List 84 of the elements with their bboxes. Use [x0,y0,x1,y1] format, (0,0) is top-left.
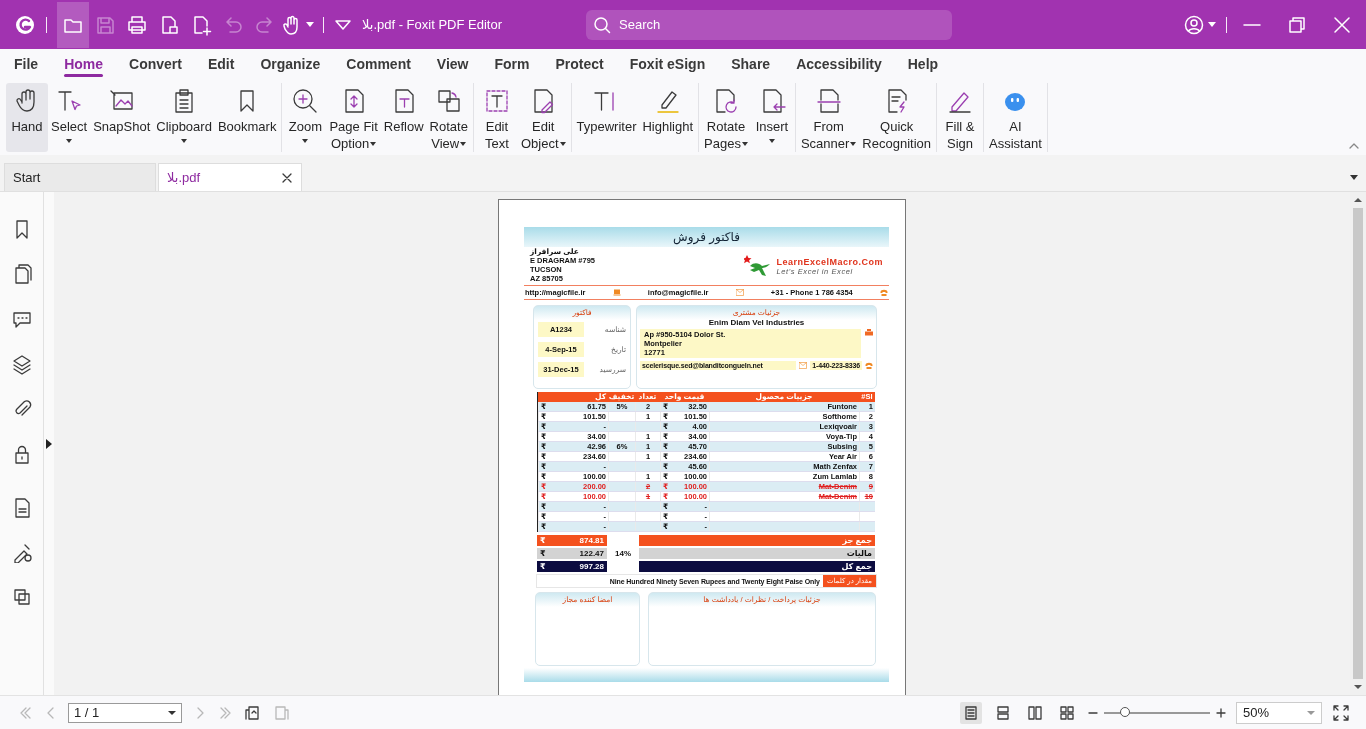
user-icon[interactable] [1184,14,1204,35]
bookmark-tool-button[interactable]: Bookmark [214,83,280,152]
total-label: مالیات [639,548,875,559]
document-tab[interactable]: Start [4,163,156,191]
menu-tab[interactable]: Edit [194,53,248,75]
currency-symbol: ₹ [540,536,546,545]
amount: 122.47 [579,549,604,558]
clipboard-tool-button[interactable]: Clipboard [153,83,215,152]
dropdown-icon[interactable] [168,709,176,716]
caret-icon[interactable] [302,139,309,143]
highlighter-tool-button[interactable]: Highlight [639,83,697,152]
tab-label: بلا.pdf [167,170,201,185]
rotate-pages-icon[interactable] [244,703,262,722]
currency-symbol: ₹ [540,549,546,558]
caret-icon[interactable] [768,139,775,143]
typewriter-tool-button[interactable]: Typewriter [573,83,640,152]
account-button[interactable] [1184,14,1216,35]
hand-tool-button[interactable]: Hand [6,83,48,152]
invoice-title: فاکتور فروش [673,230,740,244]
text-cursor-tool-button[interactable]: Select [48,83,91,152]
menu-tab[interactable]: Protect [542,53,617,75]
document-tool-button[interactable]: Reflow [380,83,427,152]
envelope-icon [735,289,744,296]
folder-button[interactable] [57,1,89,48]
menu-tab[interactable]: Form [481,53,543,75]
search-icon [593,15,611,34]
currency-symbol: ₹ [540,562,546,571]
monitor-icon [612,289,621,296]
zoom-field[interactable]: 50% [1236,701,1322,724]
pen-tool-button[interactable]: Fill & Sign [939,83,981,152]
fax-icon [865,329,873,336]
tax-rate: 14% [614,549,632,558]
company-name: Enim Diam Vel Industries [707,318,806,327]
two-pages-tool-button[interactable]: Rotate View [426,83,471,152]
window-title: بلا.pdf - Foxit PDF Editor [362,17,502,32]
menu-tab[interactable]: View [423,53,482,75]
close-icon[interactable] [1332,14,1352,35]
caret-icon[interactable] [370,142,377,146]
scrollbar-thumb[interactable] [1353,208,1363,679]
restore-icon[interactable] [1287,14,1307,35]
zoom-in-tool-button[interactable]: Zoom [284,83,327,152]
scanner-tool-button[interactable]: From Scanner [797,83,860,152]
logo-name: LearnExcelMacro.Com [776,256,883,267]
fullscreen-icon[interactable] [1332,703,1350,722]
zoom-in-icon[interactable] [1216,707,1226,718]
fit-page-tool-button[interactable]: Page Fit Option [326,83,381,152]
page-number-field[interactable]: 1 / 1 [68,702,182,723]
menu-tab[interactable]: Help [894,53,952,75]
telephone-icon [865,362,873,369]
rotate-page-tool-button[interactable]: Rotate Pages [701,83,751,152]
edit-text-tool-button[interactable]: Edit Text [475,83,518,152]
document-tab[interactable]: بلا.pdf [158,163,302,191]
telephone-icon [879,289,888,296]
menu-tab[interactable]: File [1,53,52,75]
menu-tab[interactable]: Comment [333,53,424,75]
scroll-down-icon[interactable] [1353,683,1363,691]
amount: 874.81 [579,536,604,545]
caret-icon[interactable] [181,139,188,143]
menu-tab[interactable]: Home [51,53,117,75]
edit-object-tool-button[interactable]: Edit Object [517,83,569,152]
menu-tab[interactable]: Organize [247,53,334,75]
envelope-icon [799,362,808,369]
menu-tab[interactable]: Accessibility [783,53,895,75]
caret-icon[interactable] [66,139,73,143]
scroll-up-icon[interactable] [1353,196,1363,204]
caret-icon[interactable] [559,142,566,146]
menu-tab[interactable]: Share [718,53,784,75]
close-icon[interactable] [281,171,293,184]
amount: 997.28 [579,562,604,571]
total-label: جمع جز [639,535,875,546]
total-label: جمع کل [639,561,875,572]
app-logo-icon[interactable] [14,13,36,36]
caret-icon[interactable] [460,142,467,146]
page-lightning-tool-button[interactable]: Quick Recognition [859,83,934,152]
caret-icon[interactable] [741,142,748,146]
insert-page-tool-button[interactable]: Insert [750,83,793,152]
printer-icon[interactable] [126,13,148,36]
slider-thumb[interactable] [1120,706,1131,717]
bubble-face-tool-button[interactable]: AI Assistant [986,83,1045,152]
caret-icon[interactable] [850,142,857,146]
menu-tab[interactable]: Convert [116,53,195,75]
image-tool-button[interactable]: SnapShot [90,83,154,152]
menu-tab[interactable]: Foxit eSign [616,53,719,75]
tab-label: Start [13,170,41,185]
